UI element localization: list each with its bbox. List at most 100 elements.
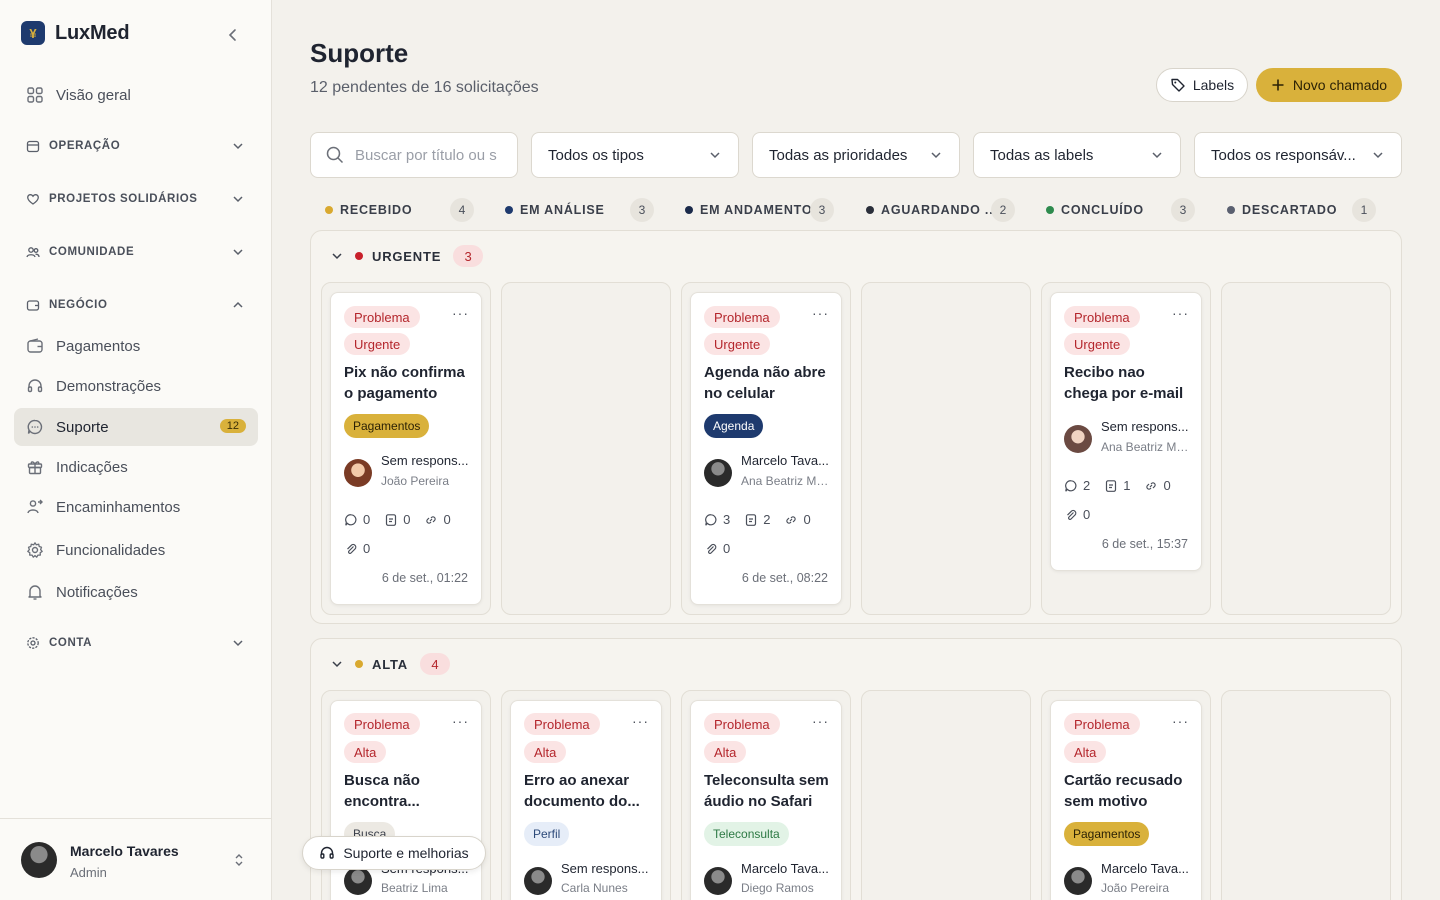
group-toggle-alta[interactable]: ALTA 4 [331, 651, 450, 677]
assignee-filter-select[interactable]: Todos os responsáv... [1194, 132, 1402, 178]
card-date: 6 de set., 01:22 [381, 571, 468, 585]
sidebar-item-pagamentos[interactable]: Pagamentos [14, 327, 258, 365]
more-options-icon[interactable]: ··· [452, 305, 469, 321]
more-options-icon[interactable]: ··· [1172, 713, 1189, 729]
column-header-recebido: RECEBIDO 4 [310, 196, 474, 224]
label-pill: Pagamentos [1064, 822, 1150, 846]
type-tag: Problema [704, 713, 780, 735]
label-pill: Agenda [704, 414, 764, 438]
headset-icon [320, 846, 335, 859]
priority-group-urgente: URGENTE 3 Problema ··· Urgente Pix não c… [310, 230, 1402, 624]
support-feedback-button[interactable]: Suporte e melhorias [302, 836, 486, 870]
lane-aguardando [861, 282, 1031, 615]
card-stats: 3 2 0 [704, 512, 811, 527]
search-icon [325, 145, 345, 165]
section-operacao[interactable]: OPERAÇÃO [14, 130, 258, 162]
card-title: no celular [704, 385, 775, 402]
reporter-name: João Pereira [381, 474, 450, 488]
group-toggle-urgente[interactable]: URGENTE 3 [331, 243, 484, 269]
type-tag: Problema [704, 306, 780, 328]
chevron-down-icon [1150, 148, 1164, 162]
section-conta[interactable]: CONTA [14, 627, 258, 659]
chevron-down-icon [232, 140, 244, 152]
collapse-sidebar-button[interactable] [222, 24, 244, 46]
support-feedback-label: Suporte e melhorias [343, 845, 469, 861]
lane-em-andamento: Problema ··· Urgente Agenda não abre no … [681, 282, 851, 615]
section-projetos-solidarios[interactable]: PROJETOS SOLIDÁRIOS [14, 183, 258, 215]
assignee-name: Sem respons... [1101, 419, 1189, 434]
sidebar-item-label: Notificações [56, 583, 138, 601]
more-options-icon[interactable]: ··· [632, 713, 649, 729]
priority-tag: Urgente [704, 333, 771, 355]
card-title: encontra... [344, 793, 420, 810]
card-attachments: 0 [344, 541, 370, 556]
avatar [524, 867, 552, 895]
card-title: áudio no Safari [704, 793, 813, 810]
sidebar-item-visao-geral[interactable]: Visão geral [14, 76, 258, 114]
page-title: Suporte [310, 38, 409, 68]
ticket-card[interactable]: Problema ··· Alta Erro ao anexar documen… [510, 700, 662, 900]
sidebar-item-demonstracoes[interactable]: Demonstrações [14, 367, 258, 405]
type-filter-select[interactable]: Todos os tipos [531, 132, 739, 178]
ticket-card[interactable]: Problema ··· Alta Busca não encontra... … [330, 700, 482, 900]
brand[interactable]: ¥ LuxMed [21, 21, 130, 45]
link-icon [426, 515, 437, 524]
sidebar-item-indicacoes[interactable]: Indicações [14, 448, 258, 486]
ticket-card[interactable]: Problema ··· Urgente Agenda não abre no … [690, 292, 842, 605]
paperclip-icon [1067, 509, 1077, 520]
chevron-down-icon [331, 658, 343, 670]
gear-icon [26, 636, 40, 650]
column-header-descartado: DESCARTADO 1 [1212, 196, 1376, 224]
link-icon [786, 515, 797, 524]
assignee-name: Sem respons... [561, 861, 649, 876]
sidebar: ¥ LuxMed Visão geral OPERAÇÃO PROJETOS S… [0, 0, 272, 900]
avatar [344, 459, 372, 487]
sidebar-item-suporte[interactable]: Suporte 12 [14, 408, 258, 446]
chevron-down-icon [232, 246, 244, 258]
ticket-card[interactable]: Problema ··· Alta Cartão recusado sem mo… [1050, 700, 1202, 900]
ticket-card[interactable]: Problema ··· Urgente Pix não confirma o … [330, 292, 482, 605]
card-attachments: 0 [704, 541, 730, 556]
more-options-icon[interactable]: ··· [812, 305, 829, 321]
user-menu[interactable]: Marcelo Tavares Admin [0, 818, 271, 900]
chevron-down-icon [232, 637, 244, 649]
search-box[interactable] [310, 132, 518, 178]
labels-filter-select[interactable]: Todas as labels [973, 132, 1181, 178]
assignee-name: Sem respons... [381, 453, 469, 468]
lane-descartado [1221, 282, 1391, 615]
card-stats: 0 0 0 [344, 512, 451, 527]
sidebar-item-notificacoes[interactable]: Notificações [14, 573, 258, 611]
chevron-updown-icon[interactable] [232, 853, 246, 867]
sidebar-item-label: Pagamentos [56, 337, 141, 355]
card-title: documento do... [524, 793, 640, 810]
more-options-icon[interactable]: ··· [452, 713, 469, 729]
ticket-card[interactable]: Problema ··· Urgente Recibo nao chega po… [1050, 292, 1202, 571]
search-input[interactable] [355, 146, 515, 164]
user-name: Marcelo Tavares [70, 843, 179, 859]
reporter-name: Beatriz Lima [381, 881, 448, 895]
priority-filter-select[interactable]: Todas as prioridades [752, 132, 960, 178]
chevron-down-icon [708, 148, 722, 162]
document-icon [386, 513, 397, 526]
sidebar-item-encaminhamentos[interactable]: Encaminhamentos [14, 488, 258, 526]
lane-concluido: Problema ··· Urgente Recibo nao chega po… [1041, 282, 1211, 615]
more-options-icon[interactable]: ··· [812, 713, 829, 729]
new-ticket-button[interactable]: Novo chamado [1256, 68, 1402, 102]
attachment-count: 0 [1083, 507, 1091, 522]
gear-icon [26, 541, 44, 559]
column-label: DESCARTADO [1242, 203, 1338, 217]
card-title: Recibo nao [1064, 364, 1145, 381]
labels-button[interactable]: Labels [1156, 68, 1248, 102]
ticket-card[interactable]: Problema ··· Alta Teleconsulta sem áudio… [690, 700, 842, 900]
group-count: 3 [453, 245, 484, 267]
priority-tag: Alta [344, 741, 387, 763]
document-icon [1106, 479, 1117, 492]
section-comunidade[interactable]: COMUNIDADE [14, 236, 258, 268]
assignee-name: Marcelo Tava... [741, 453, 829, 468]
priority-filter-value: Todas as prioridades [769, 146, 908, 164]
paperclip-icon [707, 543, 717, 554]
lane-descartado [1221, 690, 1391, 900]
sidebar-item-funcionalidades[interactable]: Funcionalidades [14, 531, 258, 569]
more-options-icon[interactable]: ··· [1172, 305, 1189, 321]
section-negocio[interactable]: NEGÓCIO [14, 289, 258, 321]
